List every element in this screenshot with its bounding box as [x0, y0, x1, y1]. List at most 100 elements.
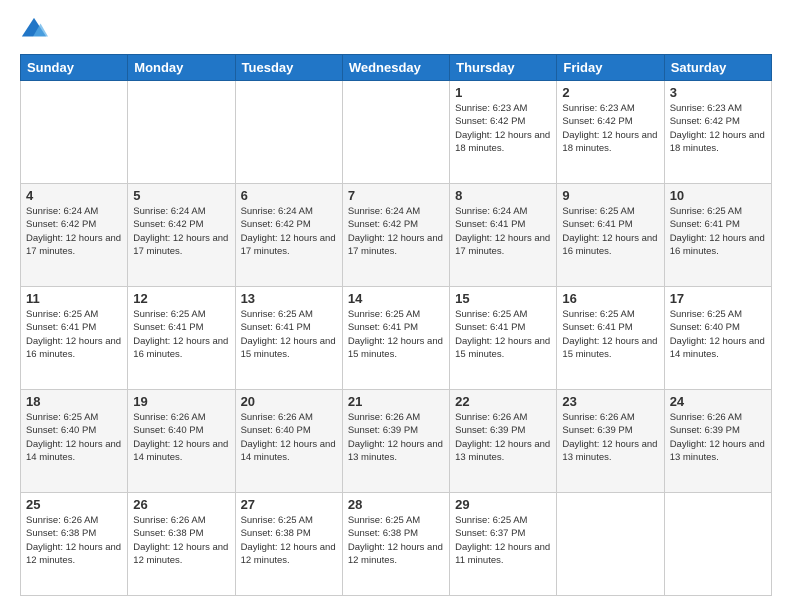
calendar-cell: 16 Sunrise: 6:25 AM Sunset: 6:41 PM Dayli…	[557, 287, 664, 390]
calendar-cell: 10 Sunrise: 6:25 AM Sunset: 6:41 PM Dayli…	[664, 184, 771, 287]
calendar-cell: 27 Sunrise: 6:25 AM Sunset: 6:38 PM Dayli…	[235, 493, 342, 596]
calendar-cell: 18 Sunrise: 6:25 AM Sunset: 6:40 PM Dayli…	[21, 390, 128, 493]
weekday-header: Monday	[128, 55, 235, 81]
day-info: Sunrise: 6:24 AM Sunset: 6:41 PM Dayligh…	[455, 205, 551, 258]
day-info: Sunrise: 6:26 AM Sunset: 6:39 PM Dayligh…	[348, 411, 444, 464]
calendar-cell: 26 Sunrise: 6:26 AM Sunset: 6:38 PM Dayli…	[128, 493, 235, 596]
calendar-cell: 3 Sunrise: 6:23 AM Sunset: 6:42 PM Daylig…	[664, 81, 771, 184]
day-number: 20	[241, 394, 337, 409]
day-info: Sunrise: 6:23 AM Sunset: 6:42 PM Dayligh…	[562, 102, 658, 155]
calendar-cell	[235, 81, 342, 184]
day-number: 29	[455, 497, 551, 512]
calendar-cell	[664, 493, 771, 596]
day-number: 16	[562, 291, 658, 306]
weekday-header: Wednesday	[342, 55, 449, 81]
weekday-header: Saturday	[664, 55, 771, 81]
calendar-cell: 17 Sunrise: 6:25 AM Sunset: 6:40 PM Dayli…	[664, 287, 771, 390]
day-number: 23	[562, 394, 658, 409]
day-info: Sunrise: 6:25 AM Sunset: 6:41 PM Dayligh…	[670, 205, 766, 258]
day-number: 7	[348, 188, 444, 203]
day-info: Sunrise: 6:26 AM Sunset: 6:38 PM Dayligh…	[133, 514, 229, 567]
day-number: 5	[133, 188, 229, 203]
day-number: 11	[26, 291, 122, 306]
weekday-header: Thursday	[450, 55, 557, 81]
day-number: 27	[241, 497, 337, 512]
weekday-header: Tuesday	[235, 55, 342, 81]
day-number: 18	[26, 394, 122, 409]
day-info: Sunrise: 6:26 AM Sunset: 6:40 PM Dayligh…	[133, 411, 229, 464]
calendar-header-row: SundayMondayTuesdayWednesdayThursdayFrid…	[21, 55, 772, 81]
day-info: Sunrise: 6:25 AM Sunset: 6:41 PM Dayligh…	[133, 308, 229, 361]
day-info: Sunrise: 6:24 AM Sunset: 6:42 PM Dayligh…	[241, 205, 337, 258]
day-number: 8	[455, 188, 551, 203]
day-info: Sunrise: 6:25 AM Sunset: 6:38 PM Dayligh…	[241, 514, 337, 567]
calendar-cell: 23 Sunrise: 6:26 AM Sunset: 6:39 PM Dayli…	[557, 390, 664, 493]
weekday-header: Friday	[557, 55, 664, 81]
calendar-cell: 12 Sunrise: 6:25 AM Sunset: 6:41 PM Dayli…	[128, 287, 235, 390]
day-info: Sunrise: 6:25 AM Sunset: 6:41 PM Dayligh…	[562, 308, 658, 361]
calendar-cell: 24Sunrise: 6:26 AM Sunset: 6:39 PM Dayli…	[664, 390, 771, 493]
calendar-row: 18 Sunrise: 6:25 AM Sunset: 6:40 PM Dayli…	[21, 390, 772, 493]
calendar-cell	[342, 81, 449, 184]
logo-icon	[20, 16, 48, 44]
calendar-cell: 11Sunrise: 6:25 AM Sunset: 6:41 PM Dayli…	[21, 287, 128, 390]
calendar-row: 11 Sunrise: 6:25 AM Sunset: 6:41 PM Dayli…	[21, 287, 772, 390]
day-number: 6	[241, 188, 337, 203]
calendar-cell: 8 Sunrise: 6:24 AM Sunset: 6:41 PM Daylig…	[450, 184, 557, 287]
calendar-cell	[557, 493, 664, 596]
day-number: 2	[562, 85, 658, 100]
calendar-cell: 19Sunrise: 6:26 AM Sunset: 6:40 PM Dayli…	[128, 390, 235, 493]
day-info: Sunrise: 6:25 AM Sunset: 6:40 PM Dayligh…	[670, 308, 766, 361]
day-info: Sunrise: 6:26 AM Sunset: 6:39 PM Dayligh…	[670, 411, 766, 464]
calendar-cell: 2 Sunrise: 6:23 AM Sunset: 6:42 PM Daylig…	[557, 81, 664, 184]
weekday-header: Sunday	[21, 55, 128, 81]
calendar-cell: 13Sunrise: 6:25 AM Sunset: 6:41 PM Dayli…	[235, 287, 342, 390]
day-number: 25	[26, 497, 122, 512]
day-number: 17	[670, 291, 766, 306]
day-info: Sunrise: 6:23 AM Sunset: 6:42 PM Dayligh…	[670, 102, 766, 155]
calendar-cell: 1Sunrise: 6:23 AM Sunset: 6:42 PM Daylig…	[450, 81, 557, 184]
day-number: 22	[455, 394, 551, 409]
calendar-cell: 5 Sunrise: 6:24 AM Sunset: 6:42 PM Daylig…	[128, 184, 235, 287]
day-info: Sunrise: 6:25 AM Sunset: 6:41 PM Dayligh…	[455, 308, 551, 361]
calendar-cell: 25 Sunrise: 6:26 AM Sunset: 6:38 PM Dayli…	[21, 493, 128, 596]
calendar-cell	[21, 81, 128, 184]
page-header	[20, 16, 772, 44]
day-number: 1	[455, 85, 551, 100]
calendar-cell: 15 Sunrise: 6:25 AM Sunset: 6:41 PM Dayli…	[450, 287, 557, 390]
day-info: Sunrise: 6:24 AM Sunset: 6:42 PM Dayligh…	[348, 205, 444, 258]
day-number: 26	[133, 497, 229, 512]
day-number: 10	[670, 188, 766, 203]
day-info: Sunrise: 6:26 AM Sunset: 6:38 PM Dayligh…	[26, 514, 122, 567]
logo	[20, 16, 52, 44]
calendar-cell: 20Sunrise: 6:26 AM Sunset: 6:40 PM Dayli…	[235, 390, 342, 493]
day-number: 4	[26, 188, 122, 203]
calendar-cell	[128, 81, 235, 184]
day-info: Sunrise: 6:26 AM Sunset: 6:39 PM Dayligh…	[455, 411, 551, 464]
calendar-row: 4 Sunrise: 6:24 AM Sunset: 6:42 PM Daylig…	[21, 184, 772, 287]
calendar-cell: 28 Sunrise: 6:25 AM Sunset: 6:38 PM Dayli…	[342, 493, 449, 596]
day-number: 3	[670, 85, 766, 100]
day-info: Sunrise: 6:25 AM Sunset: 6:38 PM Dayligh…	[348, 514, 444, 567]
calendar-cell: 14Sunrise: 6:25 AM Sunset: 6:41 PM Dayli…	[342, 287, 449, 390]
day-number: 28	[348, 497, 444, 512]
calendar-cell: 4 Sunrise: 6:24 AM Sunset: 6:42 PM Daylig…	[21, 184, 128, 287]
day-number: 15	[455, 291, 551, 306]
calendar-row: 25 Sunrise: 6:26 AM Sunset: 6:38 PM Dayli…	[21, 493, 772, 596]
calendar-cell: 21 Sunrise: 6:26 AM Sunset: 6:39 PM Dayli…	[342, 390, 449, 493]
day-info: Sunrise: 6:26 AM Sunset: 6:39 PM Dayligh…	[562, 411, 658, 464]
calendar-table: SundayMondayTuesdayWednesdayThursdayFrid…	[20, 54, 772, 596]
calendar-cell: 22 Sunrise: 6:26 AM Sunset: 6:39 PM Dayli…	[450, 390, 557, 493]
day-number: 9	[562, 188, 658, 203]
calendar-row: 1 Sunrise: 6:23 AM Sunset: 6:42 PM Daylig…	[21, 81, 772, 184]
day-info: Sunrise: 6:25 AM Sunset: 6:41 PM Dayligh…	[348, 308, 444, 361]
day-info: Sunrise: 6:25 AM Sunset: 6:40 PM Dayligh…	[26, 411, 122, 464]
day-info: Sunrise: 6:25 AM Sunset: 6:37 PM Dayligh…	[455, 514, 551, 567]
day-info: Sunrise: 6:25 AM Sunset: 6:41 PM Dayligh…	[241, 308, 337, 361]
day-number: 12	[133, 291, 229, 306]
day-number: 21	[348, 394, 444, 409]
calendar-cell: 29 Sunrise: 6:25 AM Sunset: 6:37 PM Dayli…	[450, 493, 557, 596]
calendar-cell: 9Sunrise: 6:25 AM Sunset: 6:41 PM Daylig…	[557, 184, 664, 287]
day-info: Sunrise: 6:24 AM Sunset: 6:42 PM Dayligh…	[133, 205, 229, 258]
day-info: Sunrise: 6:24 AM Sunset: 6:42 PM Dayligh…	[26, 205, 122, 258]
